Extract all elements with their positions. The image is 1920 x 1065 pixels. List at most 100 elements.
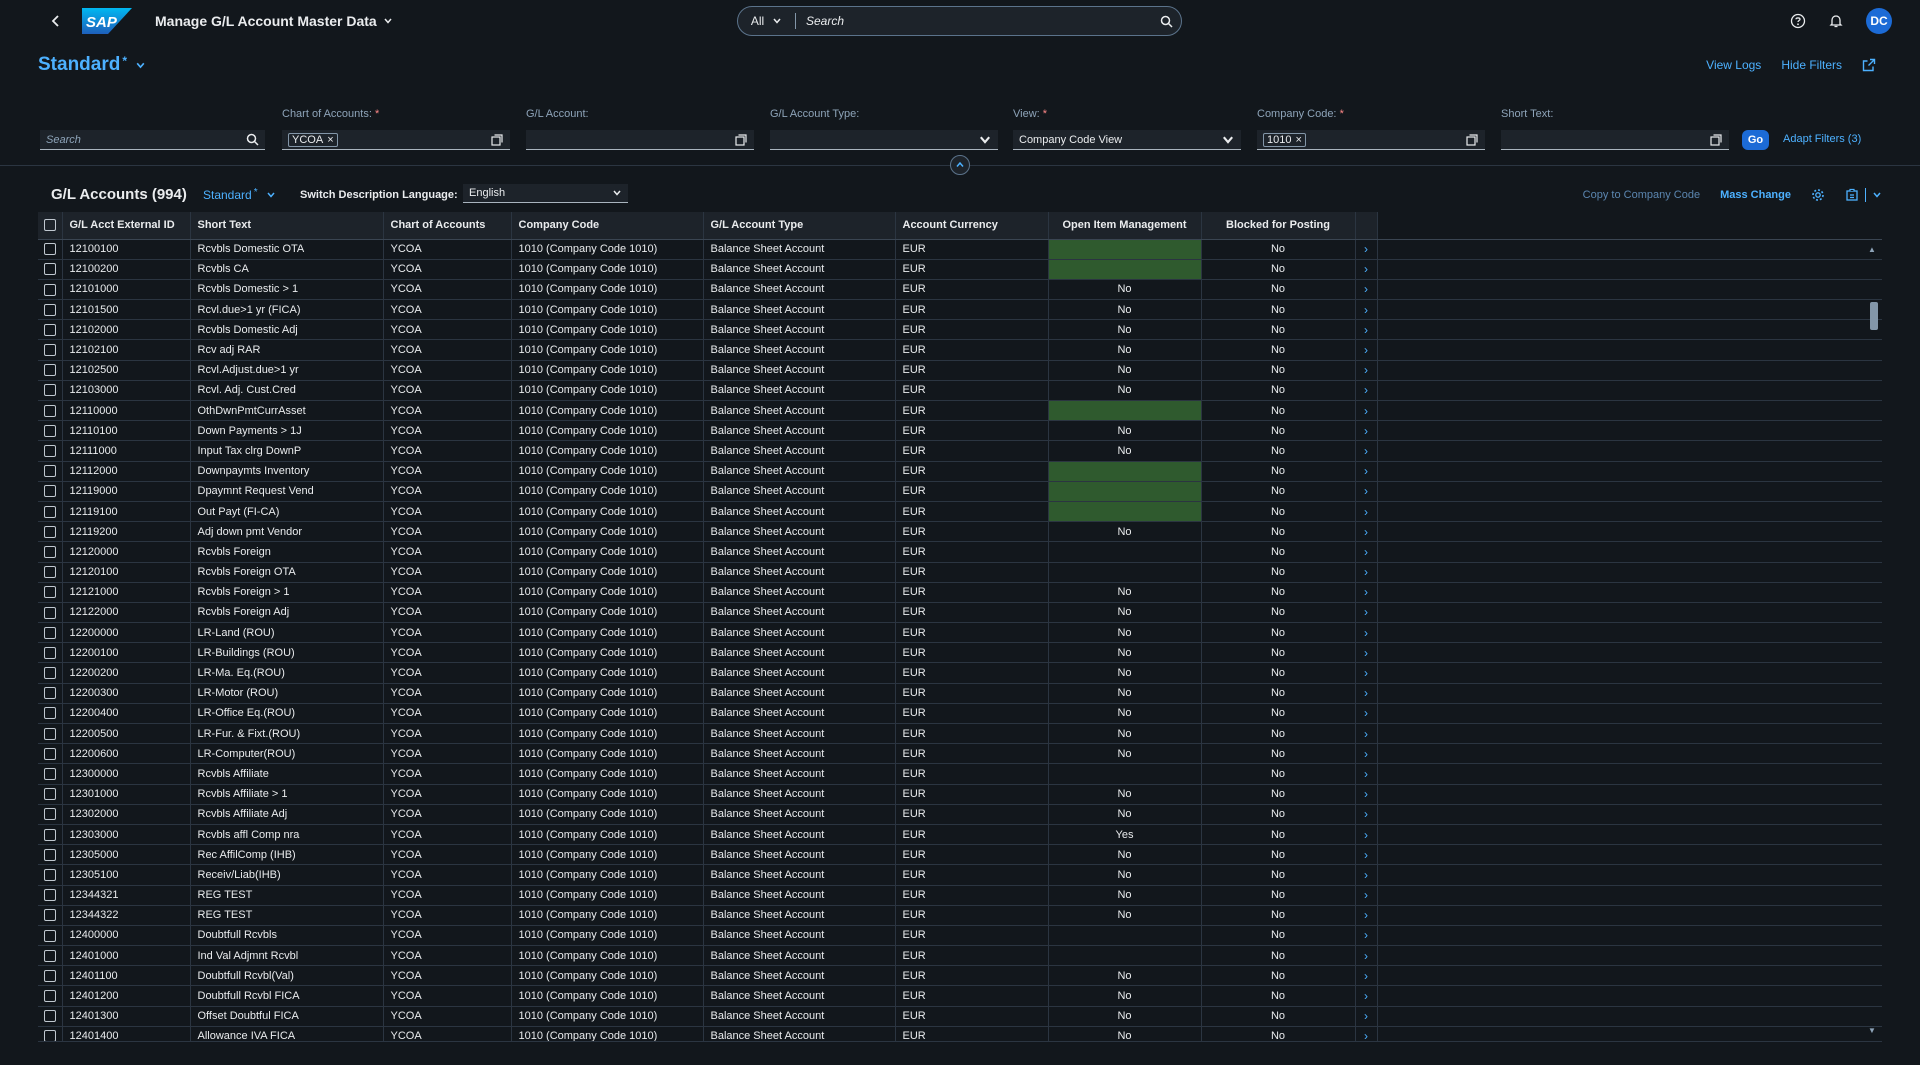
row-checkbox[interactable] <box>43 566 56 579</box>
table-row[interactable]: 12110000 OthDwnPmtCurrAsset YCOA 1010 (Comp… <box>38 400 1882 422</box>
table-row[interactable]: 12100200 Rcvbls CA YCOA 1010 (Company Code … <box>38 259 1882 280</box>
table-row[interactable]: 12401200 Doubtfull Rcvbl FICA YCOA 1010 (Co… <box>38 985 1882 1007</box>
table-row[interactable]: 12401000 Ind Val Adjmnt Rcvbl YCOA 1010 (Co… <box>38 945 1882 967</box>
table-row[interactable]: 12119200 Adj down pmt Vendor YCOA 1010 (Com… <box>38 521 1882 543</box>
row-checkbox[interactable] <box>43 990 56 1003</box>
search-button[interactable] <box>1151 15 1181 28</box>
table-row[interactable]: 12119000 Dpaymnt Request Vend YCOA 1010 (Co… <box>38 481 1882 502</box>
row-navigation-icon[interactable]: › <box>1355 864 1378 886</box>
value-help-icon[interactable] <box>1465 133 1479 147</box>
row-navigation-icon[interactable]: › <box>1355 743 1378 765</box>
row-checkbox[interactable] <box>43 828 56 841</box>
row-navigation-icon[interactable]: › <box>1355 784 1378 805</box>
table-row[interactable]: 12102500 Rcvl.Adjust.due>1 yr YCOA 1010 (Co… <box>38 360 1882 381</box>
language-select[interactable]: English <box>463 184 628 203</box>
row-navigation-icon[interactable]: › <box>1355 339 1378 361</box>
row-navigation-icon[interactable]: › <box>1355 279 1378 301</box>
notifications-icon[interactable] <box>1828 13 1844 29</box>
table-row[interactable]: 12103000 Rcvl. Adj. Cust.Cred YCOA 1010 (Co… <box>38 380 1882 402</box>
row-navigation-icon[interactable]: › <box>1355 703 1378 725</box>
row-navigation-icon[interactable]: › <box>1355 642 1378 664</box>
scrollbar-thumb[interactable] <box>1870 302 1878 330</box>
row-checkbox[interactable] <box>43 889 56 902</box>
row-checkbox[interactable] <box>43 424 56 437</box>
row-navigation-icon[interactable]: › <box>1355 582 1378 603</box>
table-row[interactable]: 12344322 REG TEST YCOA 1010 (Company Code 1… <box>38 905 1882 926</box>
select-all-checkbox[interactable] <box>43 219 56 232</box>
back-icon[interactable] <box>48 13 64 29</box>
token-remove-icon[interactable]: × <box>1295 134 1301 146</box>
table-row[interactable]: 12344321 REG TEST YCOA 1010 (Company Code 1… <box>38 885 1882 906</box>
export-menu[interactable] <box>1845 188 1882 202</box>
table-row[interactable]: 12400000 Doubtfull Rcvbls YCOA 1010 (Compan… <box>38 925 1882 947</box>
company-code-input[interactable]: 1010 × <box>1257 130 1485 150</box>
hide-filters-link[interactable]: Hide Filters <box>1781 58 1842 72</box>
row-navigation-icon[interactable]: › <box>1355 723 1378 745</box>
gl-account-type-select[interactable] <box>770 130 998 150</box>
row-navigation-icon[interactable]: › <box>1355 965 1378 987</box>
table-row[interactable]: 12200300 LR-Motor (ROU) YCOA 1010 (Company … <box>38 683 1882 704</box>
table-row[interactable]: 12303000 Rcvbls affl Comp nra YCOA 1010 (Co… <box>38 824 1882 846</box>
row-navigation-icon[interactable]: › <box>1355 360 1378 381</box>
row-navigation-icon[interactable]: › <box>1355 925 1378 947</box>
row-navigation-icon[interactable]: › <box>1355 319 1378 341</box>
row-navigation-icon[interactable]: › <box>1355 521 1378 543</box>
row-checkbox[interactable] <box>43 969 56 982</box>
column-header[interactable]: Company Code <box>511 212 704 240</box>
row-checkbox[interactable] <box>43 445 56 458</box>
table-row[interactable]: 12122000 Rcvbls Foreign Adj YCOA 1010 (Comp… <box>38 602 1882 624</box>
row-checkbox[interactable] <box>43 323 56 336</box>
row-navigation-icon[interactable]: › <box>1355 1006 1378 1027</box>
chevron-down-icon[interactable] <box>1872 190 1882 200</box>
row-navigation-icon[interactable]: › <box>1355 541 1378 563</box>
copy-to-company-code-button[interactable]: Copy to Company Code <box>1583 189 1700 201</box>
sap-logo[interactable]: SAP <box>82 8 132 34</box>
row-checkbox[interactable] <box>43 707 56 720</box>
row-navigation-icon[interactable]: › <box>1355 1026 1378 1041</box>
table-row[interactable]: 12102000 Rcvbls Domestic Adj YCOA 1010 (Com… <box>38 319 1882 341</box>
table-row[interactable]: 12301000 Rcvbls Affiliate > 1 YCOA 1010 (Co… <box>38 784 1882 805</box>
row-checkbox[interactable] <box>43 667 56 680</box>
table-row[interactable]: 12200200 LR-Ma. Eq.(ROU) YCOA 1010 (Company… <box>38 662 1882 684</box>
row-checkbox[interactable] <box>43 646 56 659</box>
user-avatar[interactable]: DC <box>1866 8 1892 34</box>
short-text-input[interactable] <box>1501 130 1729 150</box>
row-checkbox[interactable] <box>43 525 56 538</box>
row-navigation-icon[interactable]: › <box>1355 602 1378 624</box>
table-row[interactable]: 12305000 Rec AffilComp (IHB) YCOA 1010 (Com… <box>38 844 1882 866</box>
table-row[interactable]: 12401400 Allowance IVA FICA YCOA 1010 (Comp… <box>38 1026 1882 1041</box>
row-navigation-icon[interactable]: › <box>1355 622 1378 644</box>
row-navigation-icon[interactable]: › <box>1355 905 1378 926</box>
row-checkbox[interactable] <box>43 384 56 397</box>
row-navigation-icon[interactable]: › <box>1355 239 1378 260</box>
token-ycoa[interactable]: YCOA × <box>288 132 338 147</box>
row-checkbox[interactable] <box>43 344 56 357</box>
table-row[interactable]: 12112000 Downpaymts Inventory YCOA 1010 (Co… <box>38 461 1882 482</box>
row-navigation-icon[interactable]: › <box>1355 683 1378 704</box>
row-checkbox[interactable] <box>43 606 56 619</box>
table-variant-management[interactable]: Standard * <box>203 187 276 202</box>
column-header[interactable]: Short Text <box>190 212 384 240</box>
row-checkbox[interactable] <box>43 848 56 861</box>
table-row[interactable]: 12200500 LR-Fur. & Fixt.(ROU) YCOA 1010 (Co… <box>38 723 1882 745</box>
row-checkbox[interactable] <box>43 263 56 276</box>
row-checkbox[interactable] <box>43 949 56 962</box>
table-row[interactable]: 12119100 Out Payt (FI-CA) YCOA 1010 (Compan… <box>38 501 1882 523</box>
value-help-icon[interactable] <box>734 133 748 147</box>
value-help-icon[interactable] <box>1709 133 1723 147</box>
row-checkbox[interactable] <box>43 364 56 377</box>
table-row[interactable]: 12200000 LR-Land (ROU) YCOA 1010 (Company C… <box>38 622 1882 644</box>
table-row[interactable]: 12120000 Rcvbls Foreign YCOA 1010 (Company … <box>38 541 1882 563</box>
view-select[interactable]: Company Code View <box>1013 130 1241 150</box>
row-checkbox[interactable] <box>43 303 56 316</box>
row-checkbox[interactable] <box>43 626 56 639</box>
value-help-icon[interactable] <box>490 133 504 147</box>
row-navigation-icon[interactable]: › <box>1355 420 1378 442</box>
row-checkbox[interactable] <box>43 283 56 296</box>
table-row[interactable]: 12305100 Receiv/Liab(IHB) YCOA 1010 (Compan… <box>38 864 1882 886</box>
row-checkbox[interactable] <box>43 929 56 942</box>
row-navigation-icon[interactable]: › <box>1355 501 1378 523</box>
search-scope-select[interactable]: All <box>738 13 796 29</box>
table-row[interactable]: 12101000 Rcvbls Domestic > 1 YCOA 1010 (Com… <box>38 279 1882 301</box>
row-navigation-icon[interactable]: › <box>1355 844 1378 866</box>
